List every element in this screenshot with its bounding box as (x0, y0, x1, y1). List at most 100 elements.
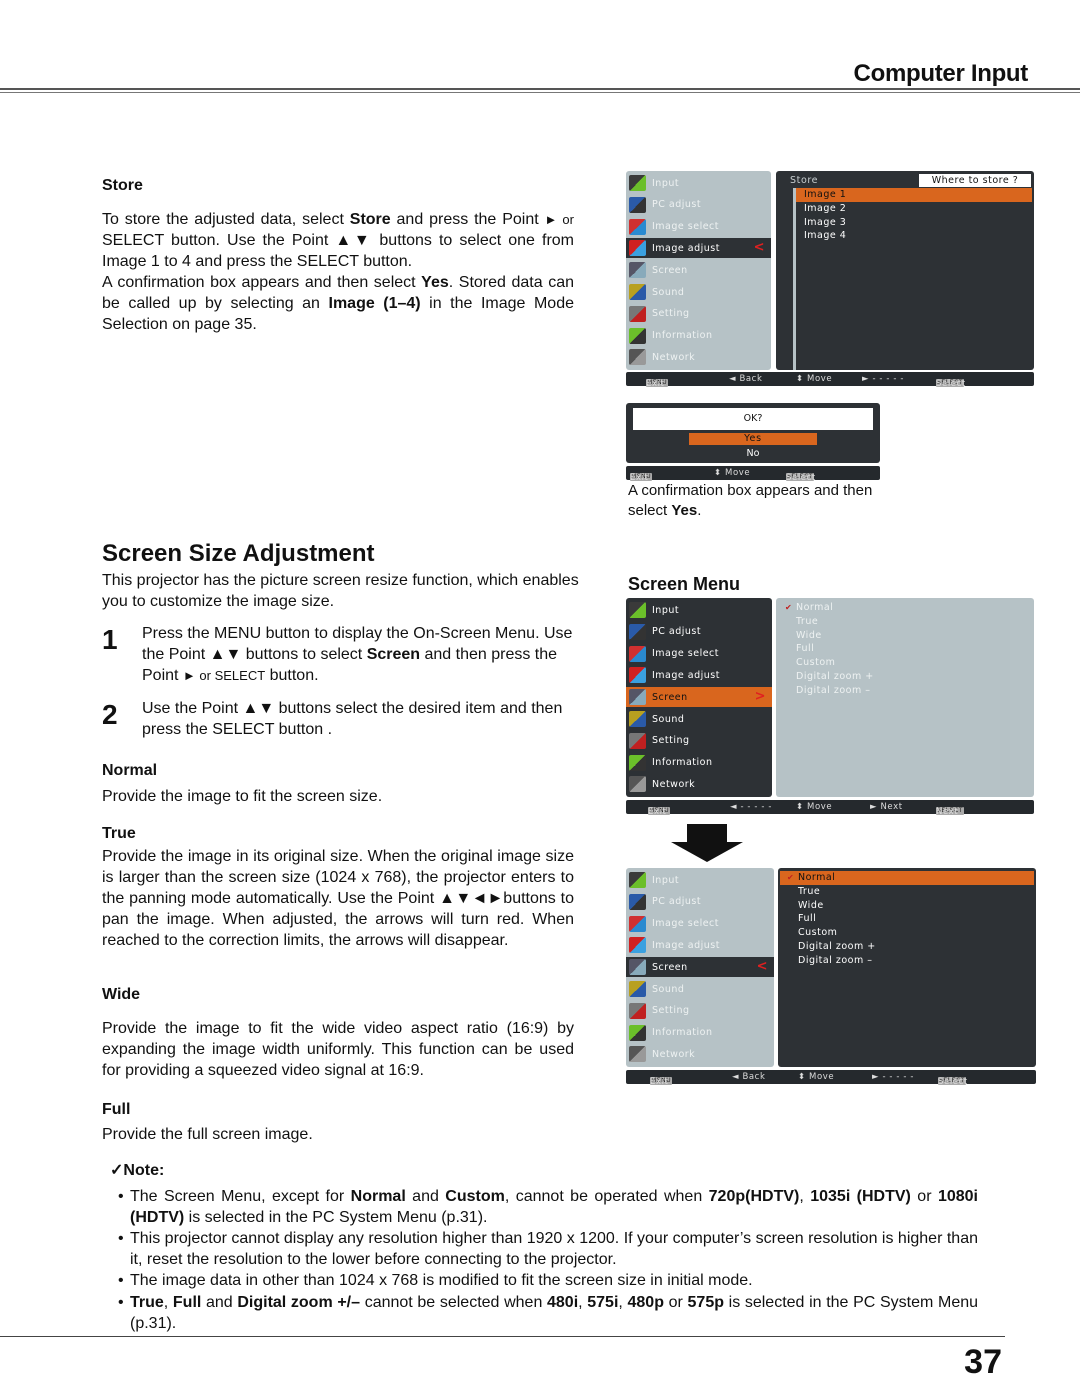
item-heading-true: True (102, 825, 136, 842)
confirm-option-no[interactable]: No (689, 448, 817, 460)
osd-menu-item-network[interactable]: Network (626, 774, 772, 794)
input-icon (629, 175, 646, 191)
text-run: , (618, 1294, 628, 1311)
setting-icon (629, 732, 646, 749)
text-run: To store the adjusted data, select (102, 211, 350, 228)
osd-option[interactable]: Digital zoom + (796, 670, 1030, 684)
osd-option[interactable]: Wide (796, 628, 1030, 642)
osd-menu-item-screen[interactable]: Screen > (626, 687, 772, 708)
osd-option[interactable]: Digital zoom – (780, 953, 1034, 967)
osd-option[interactable]: ✔ Normal (780, 871, 1034, 885)
osd-option[interactable]: True (796, 615, 1030, 629)
osd-menu-item-input[interactable]: Input (626, 870, 774, 890)
osd-option[interactable]: Image 2 (796, 202, 1032, 216)
osd-menu-item-setting[interactable]: Setting (626, 731, 772, 751)
setting-icon (629, 305, 646, 322)
text-run: and (201, 1294, 238, 1311)
osd-menu-item-image-select[interactable]: Image select (626, 644, 772, 664)
osd-option-label: Digital zoom – (796, 684, 871, 696)
osd-help-bar: MENU Exit ◄ Back ⬍ Move ► - - - - - SELEC… (626, 1070, 1036, 1087)
step-number: 2 (102, 699, 118, 730)
step-text: Use the Point ▲▼ buttons select the desi… (142, 700, 563, 738)
osd-menu-item-sound[interactable]: Sound (626, 709, 772, 729)
text-run: and (405, 1188, 446, 1205)
confirm-option-yes[interactable]: Yes (689, 433, 817, 445)
note-title: ✓Note: (110, 1162, 165, 1179)
osd-menu-item-label: Image adjust (652, 669, 720, 681)
help-back: ◄ - - - - - (730, 802, 772, 812)
osd-menu-item-label: Input (652, 604, 680, 616)
osd-option[interactable]: Digital zoom – (796, 683, 1030, 697)
screen-menu-title: Screen Menu (628, 574, 741, 594)
osd-menu-item-image-adjust[interactable]: Image adjust < (626, 238, 771, 259)
osd-menu-item-pc-adjust[interactable]: PC adjust (626, 892, 774, 912)
osd-menu-item-information[interactable]: Information (626, 326, 771, 346)
osd-option[interactable]: Custom (796, 656, 1030, 670)
text-run-bold: Yes (671, 502, 698, 519)
osd-option[interactable]: Full (780, 912, 1034, 926)
osd-menu-item-network[interactable]: Network (626, 347, 771, 367)
osd-option-label: Image 1 (804, 189, 847, 201)
osd-option[interactable]: Digital zoom + (780, 940, 1034, 954)
information-icon (629, 1024, 646, 1041)
osd-screen-menu: Input PC adjust Image select Image adjust Sc… (626, 598, 1034, 817)
osd-menu-item-screen[interactable]: Screen (626, 260, 771, 280)
osd-menu-item-sound[interactable]: Sound (626, 282, 771, 302)
bullet-icon: • (118, 1230, 124, 1247)
osd-menu-item-label: Information (652, 757, 713, 769)
help-exit: Exit (650, 1077, 669, 1087)
text-run-bold: Custom (445, 1188, 505, 1205)
information-icon (629, 327, 646, 344)
header-rule-secondary (0, 92, 1080, 93)
osd-menu-item-screen[interactable]: Screen < (626, 957, 774, 978)
store-heading: Store (102, 177, 143, 194)
network-icon (629, 349, 646, 366)
osd-menu-item-input[interactable]: Input (626, 600, 772, 620)
screen-icon (629, 959, 646, 976)
osd-menu-item-label: Input (652, 874, 680, 886)
osd-menu-item-input[interactable]: Input (626, 173, 771, 193)
osd-menu-item-pc-adjust[interactable]: PC adjust (626, 195, 771, 215)
osd-option[interactable]: Image 1 (796, 188, 1032, 202)
osd-menu-item-label: Setting (652, 735, 690, 747)
osd-option[interactable]: Wide (780, 898, 1034, 912)
note-text: True, Full and Digital zoom +/– cannot b… (118, 1292, 978, 1334)
osd-option-label: Digital zoom – (798, 954, 873, 966)
confirm-caption: A confirmation box appears and then sele… (628, 481, 888, 521)
osd-menu-item-image-select[interactable]: Image select (626, 217, 771, 237)
osd-menu-item-image-adjust[interactable]: Image adjust (626, 665, 772, 685)
osd-option[interactable]: Image 4 (796, 229, 1032, 243)
osd-menu-item-network[interactable]: Network (626, 1044, 774, 1064)
note-text: The Screen Menu, except for Normal and C… (118, 1186, 978, 1228)
osd-menu-item-label: PC adjust (652, 626, 702, 638)
osd-menu-item-information[interactable]: Information (626, 753, 772, 773)
text-run-bold: 720p(HDTV) (708, 1188, 800, 1205)
text-run: button. (265, 667, 319, 684)
osd-menu-item-image-adjust[interactable]: Image adjust (626, 935, 774, 955)
osd-menu-item-setting[interactable]: Setting (626, 304, 771, 324)
osd-menu-item-information[interactable]: Information (626, 1023, 774, 1043)
help-move: ⬍ Move (714, 468, 751, 478)
chevron-left-icon: < (753, 240, 765, 256)
osd-option[interactable]: Custom (780, 926, 1034, 940)
down-arrow-icon (671, 824, 743, 862)
text-run: , (578, 1294, 588, 1311)
osd-menu-item-pc-adjust[interactable]: PC adjust (626, 622, 772, 642)
setting-icon (629, 1002, 646, 1019)
note-item: • This projector cannot display any resol… (118, 1228, 978, 1270)
item-heading-full: Full (102, 1101, 131, 1118)
osd-menu-item-sound[interactable]: Sound (626, 979, 774, 999)
osd-menu-item-label: Sound (652, 713, 685, 725)
osd-menu-item-setting[interactable]: Setting (626, 1001, 774, 1021)
text-run-bold: Store (349, 211, 391, 228)
osd-option-label: Digital zoom + (798, 940, 876, 952)
osd-option[interactable]: Full (796, 642, 1030, 656)
osd-option[interactable]: True (780, 885, 1034, 899)
check-icon: ✔ (785, 603, 793, 613)
sound-icon (629, 981, 646, 997)
osd-option[interactable]: Image 3 (796, 215, 1032, 229)
item-text-true: Provide the image in its original size. … (102, 848, 574, 949)
osd-menu-item-label: PC adjust (652, 896, 702, 908)
osd-option[interactable]: ✔ Normal (785, 601, 1030, 615)
osd-menu-item-image-select[interactable]: Image select (626, 914, 774, 934)
